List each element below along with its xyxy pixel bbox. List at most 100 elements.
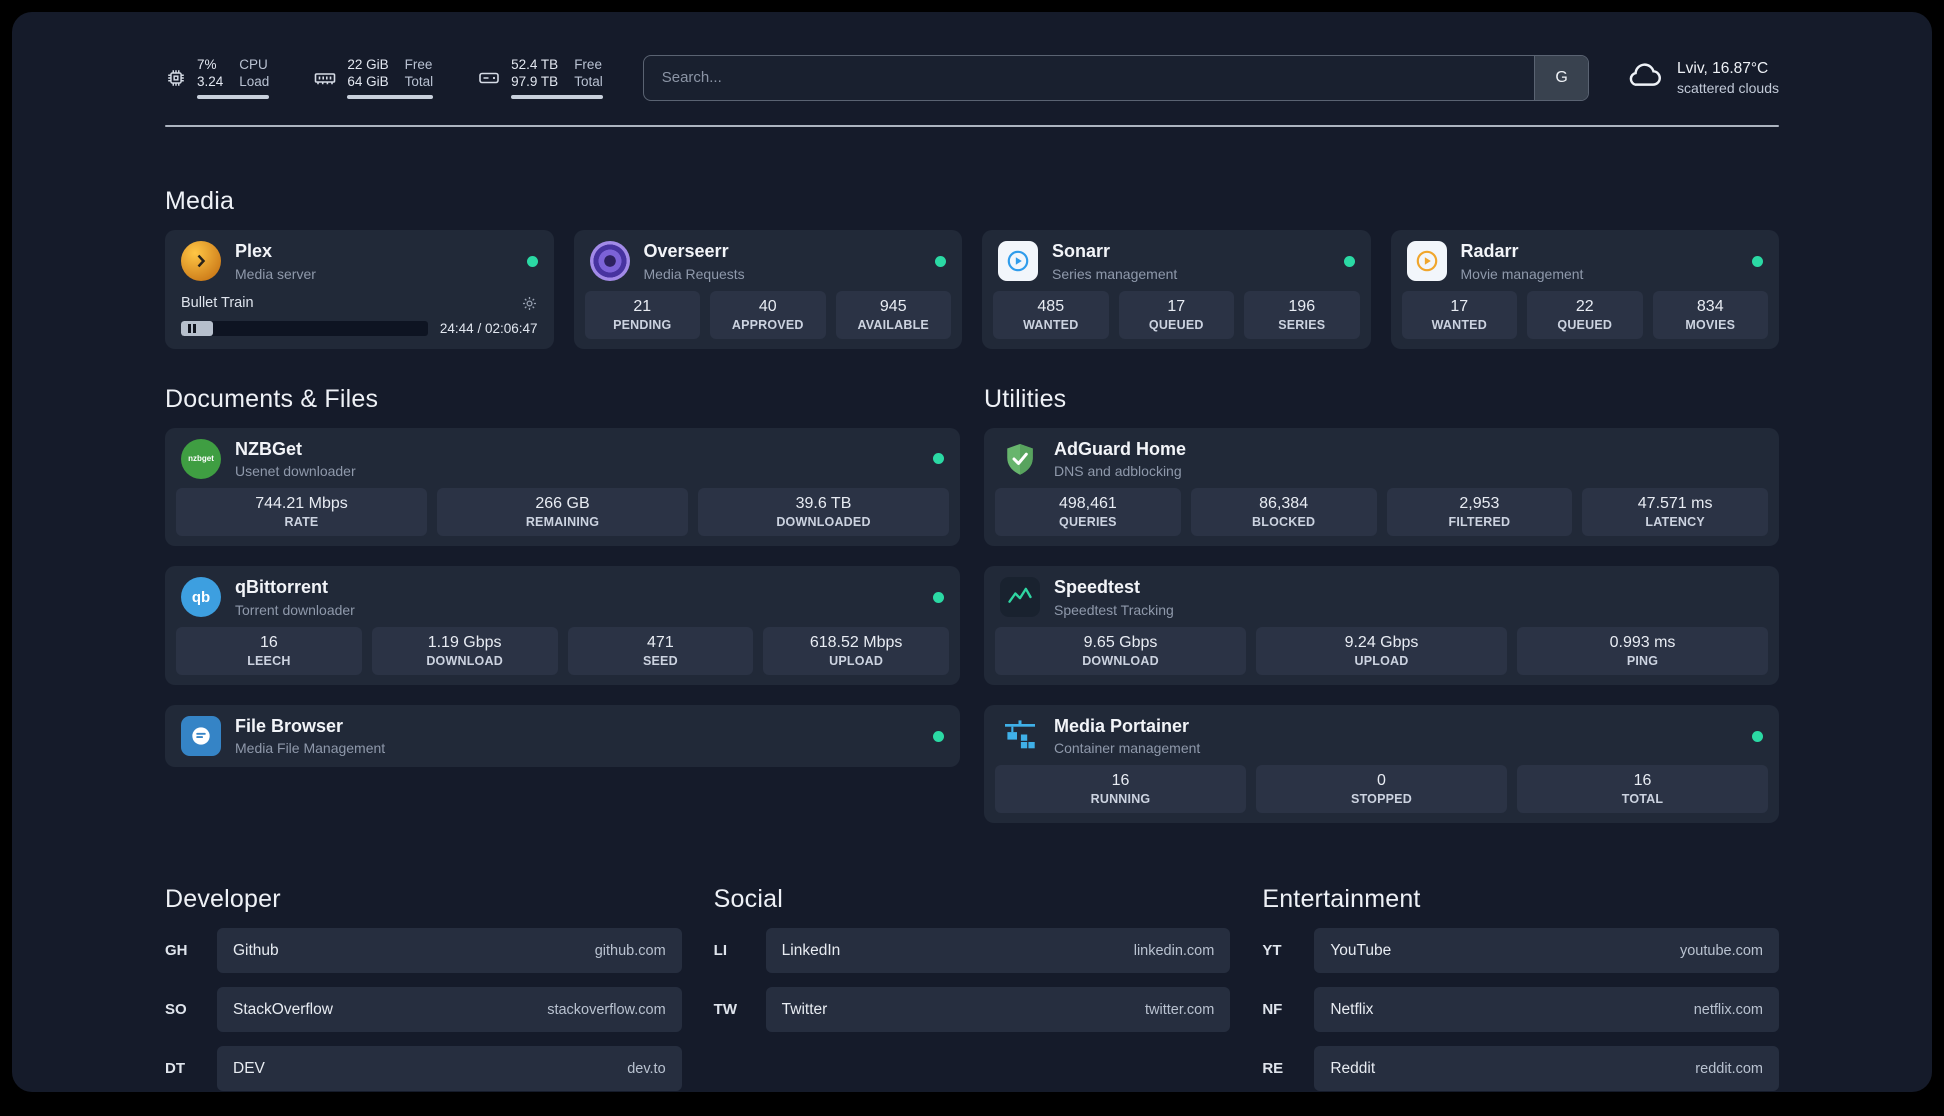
stat-value: 9.24 Gbps bbox=[1344, 633, 1419, 651]
stat-tile: 17 QUEUED bbox=[1118, 290, 1234, 339]
qbittorrent-icon: qb bbox=[181, 577, 221, 618]
service-card-speedtest[interactable]: Speedtest Speedtest Tracking 9.65 Gbps D… bbox=[984, 566, 1779, 685]
section-heading-social: Social bbox=[713, 885, 783, 914]
bookmark-linkedin[interactable]: LI LinkedIn linkedin.com bbox=[714, 928, 1231, 974]
bookmark-netflix[interactable]: NF Netflix netflix.com bbox=[1262, 987, 1779, 1033]
service-title: File Browser bbox=[235, 715, 344, 736]
stat-tile: 9.24 Gbps UPLOAD bbox=[1256, 626, 1507, 675]
stat-value: 485 bbox=[1037, 297, 1065, 315]
stat-value: 618.52 Mbps bbox=[809, 633, 903, 651]
settings-gear-icon[interactable] bbox=[521, 295, 538, 312]
service-title: Speedtest bbox=[1054, 577, 1141, 598]
search-provider-button[interactable]: G bbox=[1534, 55, 1589, 100]
disk-free-value: 52.4 TB bbox=[511, 56, 559, 72]
service-card-plex[interactable]: Plex Media server Bullet Train 24:44 / 0… bbox=[165, 230, 554, 349]
stat-tile: 16 TOTAL bbox=[1517, 765, 1768, 814]
stat-value: 39.6 TB bbox=[795, 495, 852, 513]
pause-icon[interactable] bbox=[188, 323, 196, 333]
stat-value: 16 bbox=[259, 633, 278, 651]
service-card-overseerr[interactable]: Overseerr Media Requests 21 PENDING 40 A… bbox=[573, 230, 962, 349]
status-dot bbox=[526, 255, 538, 267]
stat-label: RATE bbox=[284, 515, 319, 530]
playback-progress-bar[interactable] bbox=[181, 320, 428, 336]
memory-free-value: 22 GiB bbox=[347, 56, 389, 72]
bookmark-domain: dev.to bbox=[627, 1060, 666, 1077]
status-dot bbox=[1752, 730, 1763, 742]
stat-label: APPROVED bbox=[731, 317, 804, 332]
bookmark-stackoverflow[interactable]: SO StackOverflow stackoverflow.com bbox=[165, 987, 682, 1033]
bookmark-youtube[interactable]: YT YouTube youtube.com bbox=[1262, 928, 1779, 974]
search-input[interactable] bbox=[643, 55, 1535, 100]
memory-icon bbox=[313, 66, 337, 90]
stat-label: DOWNLOAD bbox=[426, 653, 503, 668]
service-title: NZBGet bbox=[235, 438, 302, 459]
stat-tile: 945 AVAILABLE bbox=[835, 290, 951, 339]
service-card-filebrowser[interactable]: File Browser Media File Management bbox=[165, 704, 960, 768]
stat-value: 498,461 bbox=[1058, 495, 1117, 513]
service-card-portainer[interactable]: Media Portainer Container management 16 … bbox=[984, 704, 1779, 824]
dashboard-page: 7% 3.24 CPU Load 22 GiB 64 GiB Free Tota… bbox=[12, 12, 1932, 1092]
stat-label: LEECH bbox=[247, 653, 291, 668]
stat-value: 9.65 Gbps bbox=[1083, 633, 1158, 651]
stat-label: WANTED bbox=[1431, 317, 1487, 332]
stat-label: REMAINING bbox=[525, 515, 600, 530]
stat-tile: 86,384 BLOCKED bbox=[1190, 488, 1377, 537]
service-subtitle: DNS and adblocking bbox=[1054, 463, 1182, 480]
cpu-widget: 7% 3.24 CPU Load bbox=[165, 56, 270, 100]
stat-label: FILTERED bbox=[1448, 515, 1511, 530]
stat-value: 0.993 ms bbox=[1609, 633, 1676, 651]
bookmark-domain: linkedin.com bbox=[1133, 942, 1215, 959]
stat-value: 834 bbox=[1696, 297, 1724, 315]
bookmark-abbr: RE bbox=[1262, 1060, 1284, 1078]
section-utilities: Utilities AdGuard Home DNS and adblockin… bbox=[984, 385, 1779, 824]
bookmark-twitter[interactable]: TW Twitter twitter.com bbox=[713, 987, 1231, 1033]
memory-widget: 22 GiB 64 GiB Free Total bbox=[313, 56, 434, 100]
bookmark-reddit[interactable]: RE Reddit reddit.com bbox=[1262, 1046, 1779, 1092]
service-card-nzbget[interactable]: nzbget NZBGet Usenet downloader 744.21 M… bbox=[165, 427, 960, 547]
disk-label-bottom: Total bbox=[574, 74, 603, 89]
plex-now-playing: Bullet Train 24:44 / 02:06:47 bbox=[165, 293, 554, 349]
bookmark-domain: netflix.com bbox=[1693, 1001, 1763, 1018]
section-heading-utilities: Utilities bbox=[984, 384, 1067, 413]
nzbget-icon-text: nzbget bbox=[188, 454, 214, 464]
stat-value: 945 bbox=[879, 297, 907, 315]
service-card-adguard[interactable]: AdGuard Home DNS and adblocking 498,461 … bbox=[984, 427, 1779, 547]
memory-label-bottom: Total bbox=[404, 74, 434, 89]
stat-value: 196 bbox=[1288, 297, 1316, 315]
disk-usage-bar bbox=[511, 95, 603, 100]
stat-tile: 834 MOVIES bbox=[1652, 290, 1768, 339]
service-subtitle: Media File Management bbox=[235, 740, 386, 757]
bookmark-group-developer: Developer GH Github github.com SO StackO… bbox=[165, 885, 682, 1092]
weather-widget[interactable]: Lviv, 16.87°C scattered clouds bbox=[1623, 54, 1779, 101]
status-dot bbox=[933, 591, 944, 603]
service-card-radarr[interactable]: Radarr Movie management 17 WANTED 22 QUE… bbox=[1390, 230, 1779, 349]
service-subtitle: Speedtest Tracking bbox=[1054, 601, 1174, 618]
service-card-qbittorrent[interactable]: qb qBittorrent Torrent downloader 16 LEE… bbox=[165, 566, 960, 685]
service-card-sonarr[interactable]: Sonarr Series management 485 WANTED 17 Q… bbox=[982, 230, 1371, 349]
topbar-divider bbox=[165, 125, 1779, 127]
stat-label: UPLOAD bbox=[1354, 653, 1409, 668]
cpu-icon bbox=[165, 67, 187, 89]
stat-tile: 17 WANTED bbox=[1401, 290, 1517, 339]
stat-tile: 0 STOPPED bbox=[1256, 765, 1507, 814]
bookmark-group-entertainment: Entertainment YT YouTube youtube.com NF … bbox=[1262, 885, 1779, 1092]
speedtest-icon bbox=[1000, 577, 1040, 618]
bookmark-abbr: SO bbox=[165, 1001, 187, 1019]
bookmark-name: Netflix bbox=[1330, 1000, 1374, 1018]
section-heading-media: Media bbox=[165, 187, 235, 215]
service-subtitle: Media Requests bbox=[643, 265, 745, 282]
bookmark-abbr: TW bbox=[713, 1001, 737, 1019]
bookmark-name: DEV bbox=[233, 1059, 265, 1077]
cpu-percent: 7% bbox=[197, 56, 217, 72]
cpu-label-bottom: Load bbox=[239, 74, 270, 89]
stat-tile: 485 WANTED bbox=[993, 290, 1109, 339]
stat-value: 16 bbox=[1111, 772, 1130, 790]
stat-label: QUERIES bbox=[1059, 515, 1117, 530]
bookmark-name: LinkedIn bbox=[781, 941, 841, 959]
bookmark-dev[interactable]: DT DEV dev.to bbox=[165, 1046, 682, 1092]
weather-location: Lviv, 16.87°C bbox=[1677, 59, 1769, 77]
cpu-label-top: CPU bbox=[239, 56, 268, 72]
bookmark-github[interactable]: GH Github github.com bbox=[165, 928, 682, 974]
stat-label: TOTAL bbox=[1621, 792, 1664, 807]
stat-label: QUEUED bbox=[1557, 317, 1613, 332]
